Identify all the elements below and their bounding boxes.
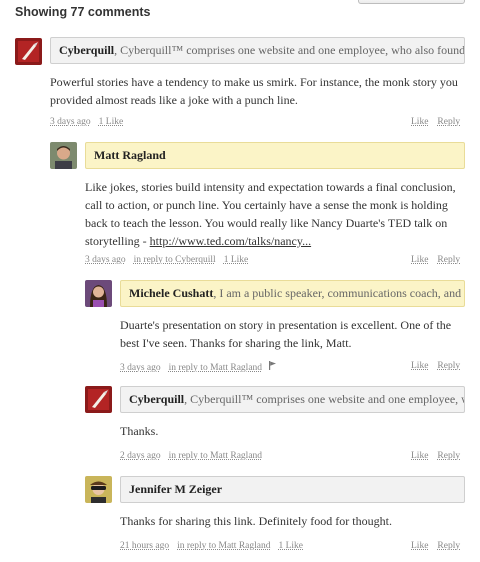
in-reply-to-link[interactable]: in reply to Matt Ragland (177, 541, 270, 551)
avatar[interactable] (15, 38, 42, 65)
quill-avatar-icon (85, 386, 112, 413)
quill-avatar-icon (15, 38, 42, 65)
comment-actions: Like Reply (402, 117, 460, 127)
comment-header: Jennifer M Zeiger (120, 476, 465, 503)
in-reply-to-link[interactable]: in reply to Cyberquill (134, 255, 216, 265)
comment-meta: 3 days ago 1 Like (50, 117, 131, 127)
reply-button[interactable]: Reply (437, 361, 460, 371)
author-bio: , I am a public speaker, communications … (213, 286, 465, 300)
comment-body: Duarte's presentation on story in presen… (120, 318, 452, 350)
like-button[interactable]: Like (411, 361, 428, 371)
comment-header: Michele Cushatt, I am a public speaker, … (120, 280, 465, 307)
comment-meta: 2 days ago in reply to Matt Ragland (120, 451, 270, 461)
likes-count-link[interactable]: 1 Like (99, 117, 124, 127)
person-avatar-icon (85, 476, 112, 503)
ted-talk-link[interactable]: http://www.ted.com/talks/nancy... (150, 234, 311, 248)
comments-count-heading: Showing 77 comments (15, 5, 151, 19)
like-button[interactable]: Like (411, 541, 428, 551)
comment-header: Cyberquill, Cyberquill™ comprises one we… (120, 386, 465, 413)
likes-count-link[interactable]: 1 Like (224, 255, 249, 265)
timestamp-link[interactable]: 3 days ago (120, 363, 161, 373)
author-name[interactable]: Cyberquill (59, 43, 114, 57)
author-name[interactable]: Matt Ragland (94, 148, 166, 162)
flag-icon[interactable] (268, 361, 277, 373)
comment-body: Like jokes, stories build intensity and … (85, 178, 465, 250)
in-reply-to-link[interactable]: in reply to Matt Ragland (169, 451, 262, 461)
timestamp-link[interactable]: 2 days ago (120, 451, 161, 461)
comment-meta: 3 days ago in reply to Matt Ragland (120, 361, 277, 373)
comment-header: Matt Ragland (85, 142, 465, 169)
more-options-icon[interactable]: ... (449, 281, 458, 306)
comment-body: Thanks for sharing this link. Definitely… (120, 514, 392, 528)
timestamp-link[interactable]: 21 hours ago (120, 541, 169, 551)
comment-actions: Like Reply (402, 361, 460, 371)
comment-meta: 21 hours ago in reply to Matt Ragland 1 Li… (120, 541, 311, 551)
author-bio: , Cyberquill™ comprises one website and … (184, 392, 464, 406)
comment-meta: 3 days ago in reply to Cyberquill 1 Like (85, 255, 256, 265)
author-bio: , Cyberquill™ comprises one website and … (114, 43, 465, 57)
like-button[interactable]: Like (411, 255, 428, 265)
reply-button[interactable]: Reply (437, 117, 460, 127)
author-name[interactable]: Jennifer M Zeiger (129, 482, 222, 496)
avatar[interactable] (50, 142, 77, 169)
author-name[interactable]: Michele Cushatt (129, 286, 213, 300)
reply-button[interactable]: Reply (437, 255, 460, 265)
timestamp-link[interactable]: 3 days ago (50, 117, 91, 127)
person-avatar-icon (50, 142, 77, 169)
comment-actions: Like Reply (402, 541, 460, 551)
avatar[interactable] (85, 476, 112, 503)
comment-body: Thanks. (120, 424, 159, 438)
avatar[interactable] (85, 386, 112, 413)
like-button[interactable]: Like (411, 117, 428, 127)
sort-dropdown[interactable] (358, 0, 465, 4)
comment-actions: Like Reply (402, 451, 460, 461)
comment-body: Powerful stories have a tendency to make… (50, 75, 458, 107)
likes-count-link[interactable]: 1 Like (278, 541, 303, 551)
avatar[interactable] (85, 280, 112, 307)
person-avatar-icon (85, 280, 112, 307)
in-reply-to-link[interactable]: in reply to Matt Ragland (169, 363, 262, 373)
reply-button[interactable]: Reply (437, 451, 460, 461)
reply-button[interactable]: Reply (437, 541, 460, 551)
author-name[interactable]: Cyberquill (129, 392, 184, 406)
timestamp-link[interactable]: 3 days ago (85, 255, 126, 265)
like-button[interactable]: Like (411, 451, 428, 461)
comment-header: Cyberquill, Cyberquill™ comprises one we… (50, 37, 465, 64)
comment-actions: Like Reply (402, 255, 460, 265)
